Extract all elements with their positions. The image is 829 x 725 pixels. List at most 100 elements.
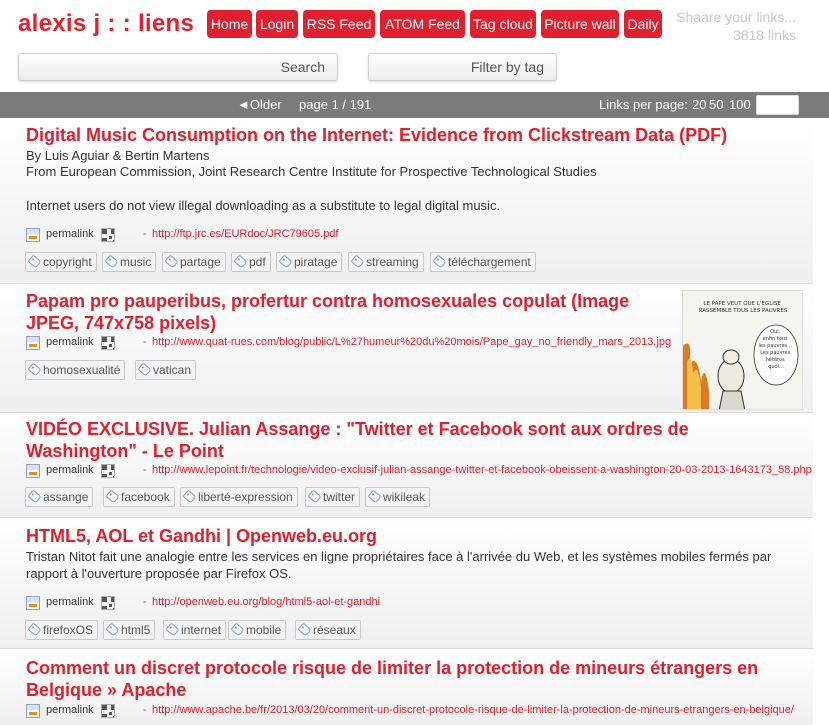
link-url[interactable]: http://ftp.jrc.es/EURdoc/JRC79605.pdf: [152, 228, 338, 240]
link-url[interactable]: http://openweb.eu.org/blog/html5-aol-et-…: [152, 596, 380, 608]
permalink-icon[interactable]: [26, 704, 40, 718]
tag-icon: [27, 489, 42, 504]
permalink-link[interactable]: permalink: [46, 336, 94, 348]
nav-picture-wall-button[interactable]: Picture wall: [541, 10, 619, 38]
qrcode-icon[interactable]: [101, 336, 115, 350]
svg-text:LE PAPE VEUT QUE L'EGLISE: LE PAPE VEUT QUE L'EGLISE RASSEMBLE TOUS…: [699, 301, 788, 314]
link-url[interactable]: http://www.lepoint.fr/technologie/video-…: [152, 464, 812, 476]
link-description-line: Internet users do not view illegal downl…: [26, 198, 501, 213]
link-item: VIDÉO EXCLUSIVE. Julian Assange : "Twitt…: [0, 414, 813, 518]
tag[interactable]: piratage: [276, 252, 343, 272]
link-description-line: rapport à l'ouverture proposée par Firef…: [26, 566, 292, 581]
tag-filter-input[interactable]: [369, 54, 469, 80]
tag[interactable]: streaming: [348, 252, 424, 272]
separator: -: [143, 704, 147, 716]
tag-icon: [137, 362, 152, 377]
link-title[interactable]: Digital Music Consumption on the Interne…: [26, 124, 806, 146]
link-title[interactable]: Comment un discret protocole risque de l…: [26, 657, 806, 701]
permalink-link[interactable]: permalink: [46, 464, 94, 476]
older-link[interactable]: ◄Older: [237, 92, 282, 118]
tag-icon: [182, 489, 197, 504]
link-title[interactable]: HTML5, AOL et Gandhi | Openweb.eu.org: [26, 525, 377, 547]
per-page-50-link[interactable]: 50: [709, 92, 723, 118]
tag-icon: [164, 254, 179, 269]
nav-login-button[interactable]: Login: [256, 10, 298, 38]
tag[interactable]: liberté-expression: [180, 487, 298, 507]
link-title[interactable]: Papam pro pauperibus, profertur contra h…: [26, 290, 676, 334]
nav-rss-feed-button[interactable]: RSS Feed: [303, 10, 375, 38]
link-meta: permalink - http://openweb.eu.org/blog/h…: [26, 595, 426, 611]
tag[interactable]: réseaux: [295, 620, 361, 640]
link-item: HTML5, AOL et Gandhi | Openweb.eu.org Tr…: [0, 520, 813, 649]
tag[interactable]: téléchargement: [430, 252, 536, 272]
tag[interactable]: wikileak: [365, 487, 431, 507]
link-description-line: Tristan Nitot fait une analogie entre le…: [26, 549, 772, 564]
page-indicator: page 1 / 191: [299, 97, 372, 112]
tag[interactable]: mobile: [228, 620, 287, 640]
link-title[interactable]: VIDÉO EXCLUSIVE. Julian Assange : "Twitt…: [26, 418, 786, 462]
tag-icon: [297, 622, 312, 637]
tag[interactable]: music: [102, 252, 157, 272]
links-per-page-label: Links per page:: [599, 97, 688, 112]
permalink-icon[interactable]: [26, 336, 40, 350]
tagline: Shaare your links...: [676, 9, 796, 25]
tag[interactable]: facebook: [103, 487, 175, 507]
link-meta: permalink - http://www.lepoint.fr/techno…: [26, 463, 812, 479]
search-input[interactable]: [19, 54, 269, 80]
qrcode-icon[interactable]: [101, 704, 115, 718]
link-url[interactable]: http://www.apache.be/fr/2013/03/20/comme…: [152, 704, 794, 716]
tag-icon: [307, 489, 322, 504]
link-item: Digital Music Consumption on the Interne…: [0, 118, 813, 284]
tag[interactable]: pdf: [231, 252, 271, 272]
nav-home-button[interactable]: Home: [207, 10, 252, 38]
per-page-100-link[interactable]: 100: [729, 92, 751, 118]
site-title[interactable]: alexis j : : liens: [18, 10, 194, 38]
per-page-20-link[interactable]: 20: [692, 92, 706, 118]
thumbnail-image: LE PAPE VEUT QUE L'EGLISE RASSEMBLE TOUS…: [683, 291, 802, 409]
links-per-page-input[interactable]: [756, 95, 799, 115]
nav-atom-feed-button[interactable]: ATOM Feed: [380, 10, 465, 38]
tag-icon: [27, 362, 42, 377]
separator: -: [143, 464, 147, 476]
tag[interactable]: assange: [25, 487, 94, 507]
tag-icon: [367, 489, 382, 504]
tag[interactable]: twitter: [305, 487, 361, 507]
tag[interactable]: copyright: [25, 252, 97, 272]
link-meta: permalink - http://ftp.jrc.es/EURdoc/JRC…: [26, 227, 338, 243]
separator: -: [143, 336, 147, 348]
search-button[interactable]: Search: [281, 54, 325, 80]
tag[interactable]: html5: [103, 620, 156, 640]
permalink-link[interactable]: permalink: [46, 596, 94, 608]
permalink-icon[interactable]: [26, 464, 40, 478]
tag-icon: [278, 254, 293, 269]
filter-by-tag-button[interactable]: Filter by tag: [471, 54, 544, 80]
tag[interactable]: firefoxOS: [25, 620, 99, 640]
permalink-icon[interactable]: [26, 228, 40, 242]
qrcode-icon[interactable]: [101, 596, 115, 610]
permalink-link[interactable]: permalink: [46, 704, 94, 716]
tag-icon: [27, 622, 42, 637]
tag-icon: [432, 254, 447, 269]
search-text-box[interactable]: Search: [18, 53, 338, 81]
tag[interactable]: homosexualité: [25, 360, 126, 380]
link-url[interactable]: http://www.quat-rues.com/blog/public/L%2…: [152, 336, 671, 348]
nav-tag-cloud-button[interactable]: Tag cloud: [470, 10, 536, 38]
permalink-icon[interactable]: [26, 596, 40, 610]
tag-icon: [165, 622, 180, 637]
tag-filter-box[interactable]: Filter by tag: [368, 53, 557, 81]
separator: -: [143, 228, 147, 240]
link-meta: permalink - http://www.quat-rues.com/blo…: [26, 335, 671, 351]
qrcode-icon[interactable]: [101, 228, 115, 242]
tag[interactable]: partage: [162, 252, 226, 272]
separator: -: [143, 596, 147, 608]
tag-icon: [350, 254, 365, 269]
nav-daily-button[interactable]: Daily: [624, 10, 662, 38]
tag[interactable]: internet: [163, 620, 227, 640]
link-thumbnail[interactable]: LE PAPE VEUT QUE L'EGLISE RASSEMBLE TOUS…: [682, 290, 803, 410]
tag-icon: [230, 622, 245, 637]
link-meta: permalink - http://www.apache.be/fr/2013…: [26, 703, 816, 719]
qrcode-icon[interactable]: [101, 464, 115, 478]
tag-icon: [104, 254, 119, 269]
permalink-link[interactable]: permalink: [46, 228, 94, 240]
tag[interactable]: vatican: [135, 360, 197, 380]
